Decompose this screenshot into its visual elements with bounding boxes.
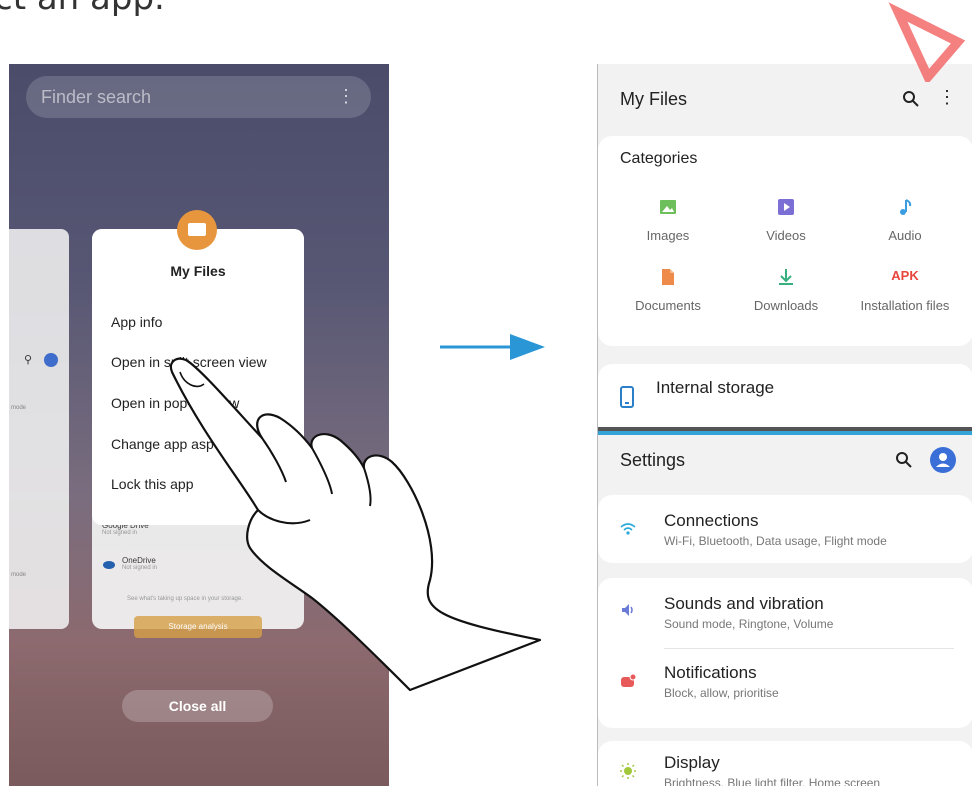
volume-icon: [622, 604, 633, 616]
app-context-menu: My Files App info Open in split screen v…: [92, 229, 304, 525]
side-text: mode: [11, 405, 27, 411]
app-name-label: My Files: [170, 263, 226, 279]
brightness-icon: [620, 763, 636, 779]
settings-title: Settings: [620, 450, 686, 470]
document-icon: [662, 269, 674, 285]
storage-note: See what's taking up space in your stora…: [127, 596, 243, 602]
notification-icon: [621, 673, 636, 687]
settings-item-connections[interactable]: Connections Wi-Fi, Bluetooth, Data usage…: [598, 495, 972, 563]
my-files-title: My Files: [620, 89, 687, 109]
sounds-subtitle: Sound mode, Ringtone, Volume: [664, 617, 834, 631]
previous-app-card[interactable]: ⚲ mode mode: [9, 229, 69, 629]
side-text: mode: [11, 572, 27, 578]
cloud-icon: [103, 561, 115, 569]
watermark-mark: [888, 2, 966, 82]
phone-storage-icon: [620, 386, 634, 408]
search-icon: ⚲: [24, 354, 33, 366]
settings-group-card: Sounds and vibration Sound mode, Rington…: [598, 578, 972, 728]
wifi-icon: [620, 523, 636, 535]
display-title: Display: [664, 753, 720, 772]
music-note-icon: [900, 199, 912, 215]
account-avatar-icon[interactable]: [930, 447, 956, 473]
connections-subtitle: Wi-Fi, Bluetooth, Data usage, Flight mod…: [664, 534, 887, 548]
categories-card: Categories Images Videos Audio Documents…: [598, 136, 972, 346]
menu-item-app-info[interactable]: App info: [111, 314, 162, 330]
instruction-heading: ct an app.: [0, 0, 165, 18]
categories-title: Categories: [620, 150, 698, 167]
search-icon[interactable]: [895, 451, 913, 469]
recent-apps-screen: Finder search ⋮ ⚲ mode mode Google Drive…: [9, 64, 389, 786]
sounds-title: Sounds and vibration: [664, 594, 824, 613]
finder-search-bar[interactable]: Finder search ⋮: [26, 76, 371, 118]
menu-item-lock-app[interactable]: Lock this app: [111, 476, 194, 492]
finder-search-placeholder: Finder search: [41, 87, 152, 107]
more-vertical-icon[interactable]: ⋮: [938, 87, 956, 108]
notifications-title: Notifications: [664, 663, 757, 682]
category-audio[interactable]: Audio: [850, 198, 960, 243]
storage-analysis-button[interactable]: Storage analysis: [134, 616, 262, 638]
search-icon[interactable]: [902, 90, 920, 108]
list-item-onedrive: OneDrive Not signed in: [122, 556, 158, 571]
settings-pane: Settings Connections Wi-Fi, Bluetooth, D…: [598, 435, 972, 786]
menu-item-popup-view[interactable]: Open in pop-up view: [111, 395, 239, 411]
category-documents[interactable]: Documents: [613, 268, 723, 313]
settings-item-display[interactable]: Display Brightness, Blue light filter, H…: [598, 741, 972, 786]
connections-title: Connections: [664, 511, 759, 530]
my-files-app-icon: [177, 210, 217, 250]
apk-icon: APK: [891, 268, 919, 283]
more-vertical-icon[interactable]: ⋮: [337, 86, 355, 107]
menu-item-split-screen[interactable]: Open in split screen view: [111, 354, 267, 370]
settings-item-sounds[interactable]: Sounds and vibration Sound mode, Rington…: [598, 578, 972, 648]
arrow-right-icon: [440, 334, 545, 360]
avatar: [44, 353, 58, 367]
close-all-button[interactable]: Close all: [122, 690, 273, 722]
video-icon: [778, 199, 794, 215]
download-icon: [779, 269, 793, 285]
settings-item-notifications[interactable]: Notifications Block, allow, prioritise: [598, 649, 972, 719]
internal-storage-label: Internal storage: [656, 378, 775, 397]
image-icon: [660, 200, 676, 214]
category-installation-files[interactable]: APK Installation files: [850, 268, 960, 313]
category-downloads[interactable]: Downloads: [731, 268, 841, 313]
notifications-subtitle: Block, allow, prioritise: [664, 686, 779, 700]
category-images[interactable]: Images: [613, 198, 723, 243]
split-screen-view: My Files ⋮ Categories Images Videos Audi…: [597, 64, 972, 786]
menu-item-aspect-ratio[interactable]: Change app aspect ratio: [111, 436, 264, 452]
category-videos[interactable]: Videos: [731, 198, 841, 243]
